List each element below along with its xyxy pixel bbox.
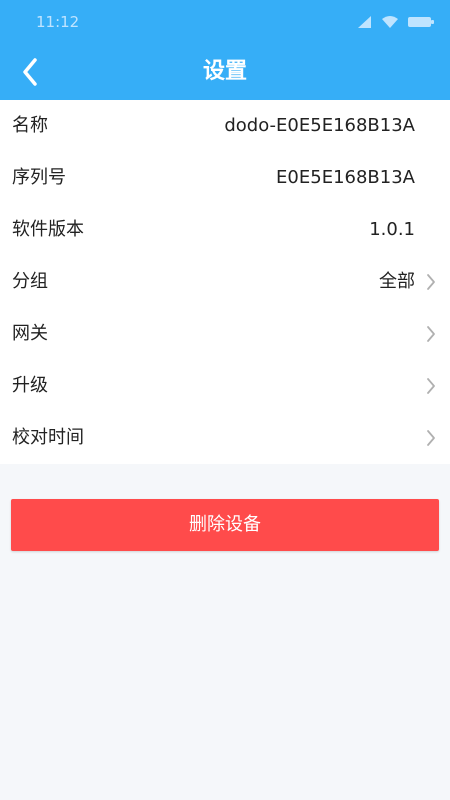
chevron-right-icon [427,326,435,342]
settings-row-gateway[interactable]: 网关 [0,308,450,360]
row-label-name: 名称 [12,115,48,136]
row-value-name: dodo-E0E5E168B13A [224,115,415,136]
settings-row-serial: 序列号 E0E5E168B13A [0,152,450,204]
row-value-version: 1.0.1 [369,219,415,240]
row-label-upgrade: 升级 [12,375,48,396]
status-icons [358,14,434,30]
settings-row-upgrade[interactable]: 升级 [0,360,450,412]
settings-row-name: 名称 dodo-E0E5E168B13A [0,100,450,152]
chevron-right-icon [427,274,435,290]
row-label-gateway: 网关 [12,323,48,344]
status-bar: 11:12 [0,0,450,44]
chevron-right-icon [427,430,435,446]
row-label-version: 软件版本 [12,219,84,240]
delete-device-button[interactable]: 删除设备 [11,499,439,551]
row-label-group: 分组 [12,271,48,292]
settings-row-version: 软件版本 1.0.1 [0,204,450,256]
app-bar: 设置 [0,44,450,100]
status-time: 11:12 [36,13,80,31]
settings-row-time-sync[interactable]: 校对时间 [0,412,450,464]
chevron-right-icon [427,378,435,394]
battery-icon [408,17,434,27]
row-label-serial: 序列号 [12,167,66,188]
settings-row-group[interactable]: 分组 全部 [0,256,450,308]
signal-icon [358,16,371,28]
page-title: 设置 [202,59,247,84]
row-value-serial: E0E5E168B13A [276,167,415,188]
wifi-icon [382,16,398,28]
row-value-group: 全部 [379,271,415,292]
settings-list: 名称 dodo-E0E5E168B13A 序列号 E0E5E168B13A 软件… [0,100,450,464]
row-label-time-sync: 校对时间 [12,427,84,448]
